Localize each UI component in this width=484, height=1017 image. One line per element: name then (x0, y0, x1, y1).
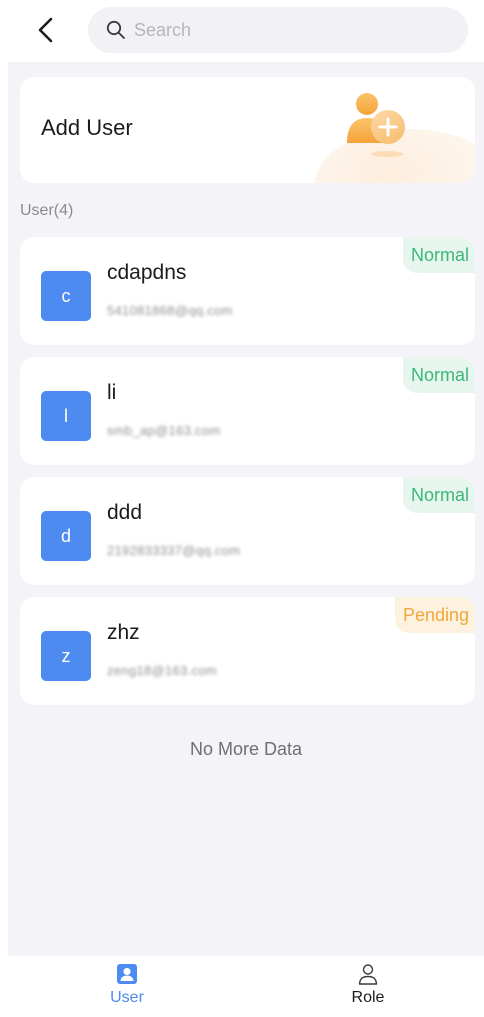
user-name: zhz (107, 621, 140, 644)
add-user-label: Add User (41, 115, 133, 140)
avatar: d (41, 511, 91, 561)
no-more-data-text: No More Data (189, 739, 303, 759)
user-name: li (107, 381, 117, 404)
user-list-item[interactable]: z zhz zeng18@163.com Pending (20, 597, 475, 705)
status-badge: Normal (402, 237, 475, 273)
add-user-button[interactable]: Add User (20, 77, 475, 183)
user-list-item[interactable]: c cdapdns 541081868@qq.com Normal (20, 237, 475, 345)
bottom-tab-bar: User Role (0, 956, 484, 1017)
avatar: l (41, 391, 91, 441)
search-icon (106, 20, 125, 39)
add-user-icon (347, 93, 405, 157)
tab-user-label: User (110, 989, 144, 1006)
tab-role-label: Role (351, 989, 385, 1006)
avatar: z (41, 631, 91, 681)
person-outline-icon (358, 964, 378, 985)
user-email: smb_ap@163.com (107, 423, 221, 438)
status-badge: Pending (394, 597, 475, 633)
user-name: cdapdns (107, 261, 187, 284)
chevron-left-icon (38, 17, 53, 43)
back-button[interactable] (28, 12, 64, 48)
search-input[interactable] (134, 19, 434, 41)
avatar: c (41, 271, 91, 321)
user-email: 2192833337@qq.com (107, 543, 241, 558)
user-email: zeng18@163.com (107, 663, 217, 678)
main-content: Add User User(4) c cdapdns 541081868@qq.… (8, 62, 484, 956)
user-card-icon (117, 964, 137, 984)
tab-user[interactable]: User (87, 962, 167, 1007)
section-title: User(4) (20, 202, 74, 219)
user-name: ddd (107, 501, 143, 524)
user-list-item[interactable]: l li smb_ap@163.com Normal (20, 357, 475, 465)
user-list-item[interactable]: d ddd 2192833337@qq.com Normal (20, 477, 475, 585)
user-email: 541081868@qq.com (107, 303, 233, 318)
search-bar[interactable] (88, 7, 468, 53)
status-badge: Normal (402, 477, 475, 513)
status-badge: Normal (402, 357, 475, 393)
top-bar (0, 0, 484, 62)
tab-role[interactable]: Role (328, 962, 408, 1007)
